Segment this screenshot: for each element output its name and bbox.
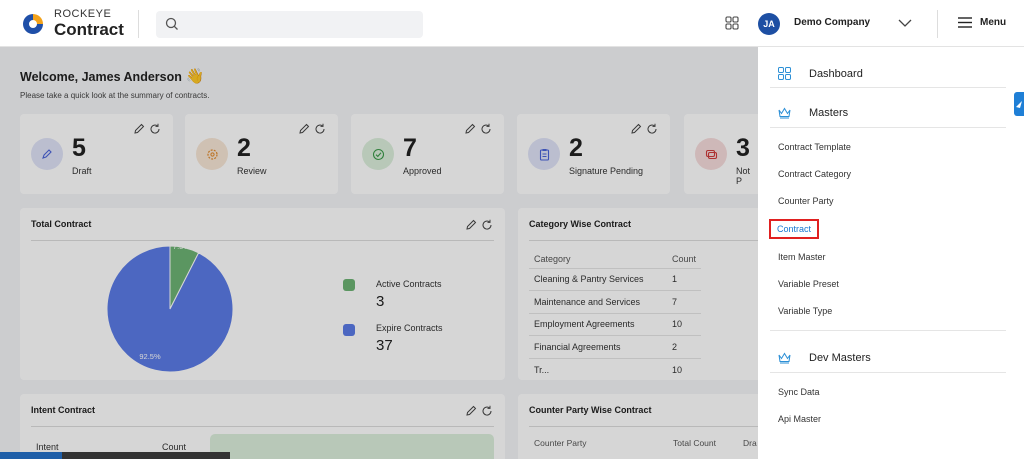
menu-section-masters[interactable]: Masters	[778, 107, 848, 119]
header-divider	[937, 10, 938, 38]
crown-icon	[778, 107, 791, 119]
brand-top-text: ROCKEYE	[54, 8, 112, 20]
menu-label: Menu	[980, 17, 1007, 28]
menu-item-item-master[interactable]: Item Master	[778, 252, 826, 262]
header-divider	[138, 10, 139, 38]
menu-item-contract-category[interactable]: Contract Category	[778, 169, 851, 179]
menu-divider	[770, 330, 1006, 331]
menu-divider	[770, 372, 1006, 373]
dashboard-grid-icon	[778, 67, 791, 80]
menu-section-dev-masters[interactable]: Dev Masters	[778, 352, 871, 364]
apps-grid-icon[interactable]	[725, 16, 739, 30]
search-input[interactable]	[156, 11, 423, 38]
company-selector[interactable]: Demo Company	[794, 17, 870, 28]
user-avatar[interactable]: JA	[758, 13, 780, 35]
menu-section-label: Dev Masters	[809, 352, 871, 364]
menu-button[interactable]: Menu	[958, 17, 1006, 28]
menu-item-variable-preset[interactable]: Variable Preset	[778, 279, 839, 289]
menu-item-api-master[interactable]: Api Master	[778, 414, 821, 424]
rockeye-logo-icon	[23, 13, 43, 34]
brand-bottom-text: Contract	[54, 20, 124, 39]
menu-item-variable-type[interactable]: Variable Type	[778, 306, 832, 316]
menu-item-contract-template[interactable]: Contract Template	[778, 142, 851, 152]
hamburger-icon	[958, 17, 972, 28]
backdrop-overlay[interactable]	[0, 47, 758, 459]
taskbar-active-segment	[0, 452, 62, 459]
feedback-tab[interactable]	[1014, 92, 1024, 116]
menu-divider	[770, 127, 1006, 128]
menu-section-label: Masters	[809, 107, 849, 119]
chevron-down-icon[interactable]	[898, 18, 912, 28]
menu-section-dashboard[interactable]: Dashboard	[778, 67, 863, 80]
side-menu: Dashboard Masters Contract Template Cont…	[758, 47, 1024, 459]
menu-divider	[770, 87, 1006, 88]
menu-item-counter-party[interactable]: Counter Party	[778, 196, 834, 206]
menu-item-sync-data[interactable]: Sync Data	[778, 387, 820, 397]
top-header: ROCKEYE Contract JA Demo Company Menu	[0, 0, 1024, 47]
search-icon	[165, 17, 178, 30]
taskbar-strip	[0, 452, 230, 459]
brand-logo[interactable]: ROCKEYE Contract	[20, 9, 124, 38]
menu-item-contract[interactable]: Contract	[769, 219, 820, 239]
crown-icon	[778, 352, 791, 364]
menu-section-label: Dashboard	[809, 67, 863, 80]
send-icon	[1016, 101, 1022, 108]
